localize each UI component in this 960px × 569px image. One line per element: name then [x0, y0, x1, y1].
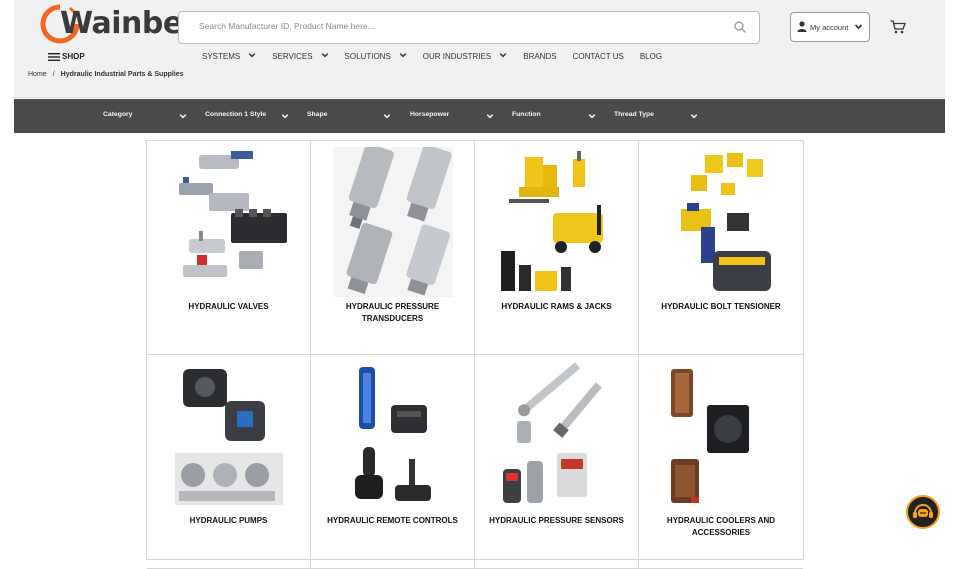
category-card-pressure-sensors[interactable]: HYDRAULIC PRESSURE SENSORS: [475, 355, 639, 569]
chevron-down-icon: [383, 112, 391, 122]
chevron-down-icon: [690, 112, 698, 122]
filter-dropdown-shape[interactable]: Shape: [307, 111, 397, 119]
rams-jacks-image[interactable]: [497, 147, 617, 297]
my-account-label: My account: [810, 23, 849, 32]
chevron-down-icon: [179, 112, 187, 122]
shop-menu-button[interactable]: SHOP: [48, 52, 85, 61]
category-card-remote-controls[interactable]: HYDRAULIC REMOTE CONTROLS: [311, 355, 475, 569]
category-title[interactable]: HYDRAULIC PUMPS: [155, 515, 302, 527]
category-card-rams-jacks[interactable]: HYDRAULIC RAMS & JACKS: [475, 141, 639, 355]
nav-item-solutions[interactable]: SOLUTIONS: [345, 51, 407, 61]
category-title[interactable]: HYDRAULIC BOLT TENSIONER: [647, 301, 795, 313]
shop-label: SHOP: [62, 52, 85, 61]
category-card-pressure-transducers[interactable]: HYDRAULIC PRESSURE TRANSDUCERS: [311, 141, 475, 355]
nav-item-systems[interactable]: SYSTEMS: [202, 51, 256, 61]
filter-dropdown-thread-type[interactable]: Thread Type: [614, 111, 704, 119]
main-nav: SYSTEMS SERVICES SOLUTIONS OUR INDUSTRIES BR…: [202, 51, 678, 61]
category-title[interactable]: HYDRAULIC PRESSURE TRANSDUCERS: [319, 301, 466, 325]
filter-label: Horsepower: [410, 111, 450, 118]
nav-item-label: SOLUTIONS: [344, 51, 391, 61]
nav-item-label: OUR INDUSTRIES: [422, 51, 492, 61]
category-card-hydraulic-pumps[interactable]: HYDRAULIC PUMPS: [147, 355, 311, 569]
nav-item-our-industries[interactable]: OUR INDUSTRIES: [423, 51, 507, 61]
wainbee-logo[interactable]: Wainbee: [40, 4, 203, 44]
hydraulic-valves-image[interactable]: [169, 147, 289, 297]
hydraulic-pumps-image[interactable]: [169, 361, 289, 511]
chevron-down-icon: [321, 51, 329, 61]
nav-item-label: BRANDS: [523, 51, 557, 61]
breadcrumb-separator: /: [52, 71, 55, 78]
nav-item-contact-us[interactable]: CONTACT US: [573, 51, 624, 61]
cart-icon[interactable]: [890, 20, 906, 34]
nav-item-blog[interactable]: BLOG: [640, 51, 662, 61]
site-header: Wainbee My account SHOP SYSTEMSSERVICESS…: [14, 0, 945, 98]
breadcrumb-home[interactable]: Home: [28, 71, 47, 78]
filter-label: Connection 1 Style: [205, 111, 267, 118]
coolers-accessories-image[interactable]: [661, 361, 781, 511]
nav-item-label: SYSTEMS: [202, 51, 241, 61]
search-icon[interactable]: [733, 20, 747, 34]
filter-dropdown-horsepower[interactable]: Horsepower: [410, 111, 500, 119]
breadcrumb: Home / Hydraulic Industrial Parts & Supp…: [28, 71, 184, 78]
category-card-hydraulic-valves[interactable]: HYDRAULIC VALVES: [147, 141, 311, 355]
chevron-down-icon: [854, 24, 863, 30]
filter-label: Category: [103, 111, 133, 118]
chevron-down-icon: [248, 51, 256, 61]
category-card-coolers-accessories[interactable]: HYDRAULIC COOLERS AND ACCESSORIES: [639, 355, 803, 569]
pressure-sensors-image[interactable]: [497, 361, 617, 511]
filter-dropdown-connection-1-style[interactable]: Connection 1 Style: [205, 111, 295, 119]
my-account-button[interactable]: My account: [790, 12, 870, 42]
filter-label: Shape: [307, 111, 328, 118]
remote-controls-image[interactable]: [333, 361, 453, 511]
category-title[interactable]: HYDRAULIC PRESSURE SENSORS: [483, 515, 630, 527]
filter-label: Thread Type: [614, 111, 654, 118]
menu-icon: [48, 52, 60, 61]
search-box[interactable]: [178, 11, 760, 44]
filter-bar: Category Connection 1 Style Shape Horsepowe…: [14, 99, 945, 133]
category-title[interactable]: HYDRAULIC RAMS & JACKS: [483, 301, 630, 313]
chevron-down-icon: [499, 51, 507, 61]
category-title[interactable]: HYDRAULIC REMOTE CONTROLS: [319, 515, 466, 527]
chevron-down-icon: [588, 112, 596, 122]
nav-item-brands[interactable]: BRANDS: [523, 51, 556, 61]
nav-item-label: CONTACT US: [572, 51, 624, 61]
filter-label: Function: [512, 111, 541, 118]
chat-support-button[interactable]: [906, 495, 940, 529]
nav-item-services[interactable]: SERVICES: [272, 51, 328, 61]
search-input[interactable]: [199, 21, 719, 31]
chevron-down-icon: [399, 51, 407, 61]
nav-item-label: SERVICES: [272, 51, 313, 61]
category-title[interactable]: HYDRAULIC VALVES: [155, 301, 302, 313]
category-title[interactable]: HYDRAULIC COOLERS AND ACCESSORIES: [647, 515, 795, 539]
chevron-down-icon: [486, 112, 494, 122]
category-grid: HYDRAULIC VALVES HYDRAULIC PRESSURE TRANS…: [146, 140, 804, 569]
bolt-tensioner-image[interactable]: [661, 147, 781, 297]
filter-dropdown-function[interactable]: Function: [512, 111, 602, 119]
pressure-transducers-image[interactable]: [333, 147, 453, 297]
chat-support-icon: [913, 504, 933, 518]
filter-dropdown-category[interactable]: Category: [103, 111, 193, 119]
category-card-bolt-tensioner[interactable]: HYDRAULIC BOLT TENSIONER: [639, 141, 803, 355]
nav-item-label: BLOG: [639, 51, 663, 61]
chevron-down-icon: [281, 112, 289, 122]
breadcrumb-current: Hydraulic Industrial Parts & Supplies: [60, 71, 184, 78]
user-icon: [797, 21, 807, 32]
